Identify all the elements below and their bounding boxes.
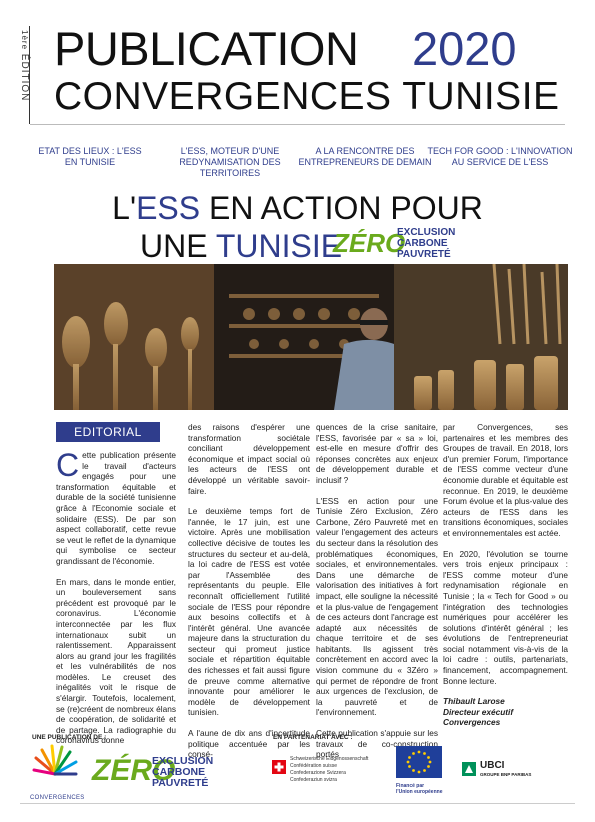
editorial-column-1: Cette publication présente le travail d'… [56, 447, 176, 756]
topics-bar: ETAT DES LIEUX : L'ESS EN TUNISIE L'ESS,… [20, 146, 575, 186]
edition-sup: 1ère [20, 30, 29, 51]
paragraph: Le deuxième temps fort de l'année, le 17… [188, 506, 310, 718]
dropcap: C [56, 447, 80, 483]
swiss-cross-icon [272, 760, 286, 774]
swiss-line-1: Schweizerische Eidgenossenschaft [290, 756, 369, 762]
headline-line-1: L'ESS EN ACTION POUR [0, 190, 595, 226]
eu-logo: Financé par l'Union européenne [396, 746, 446, 800]
paragraph: En mars, dans le monde entier, un boulev… [56, 576, 176, 746]
signature-title: Directeur exécutif [443, 706, 514, 717]
editorial-column-2: des raisons d'espérer une transformation… [188, 422, 310, 770]
topic-entrepreneurs: A LA RENCONTRE DES ENTREPRENEURS DE DEMA… [298, 146, 432, 167]
swiss-line-3: Confederazione Svizzera [290, 770, 346, 776]
editorial-column-4: par Convergences, ses partenaires et les… [443, 422, 568, 728]
bnp-star-icon [462, 762, 476, 776]
edition-label: 1ère ÉDITION [16, 30, 30, 122]
convergences-mark-icon [32, 744, 78, 776]
editorial-column-3: quences de la crise sanitaire, l'ESS, fa… [316, 422, 438, 770]
paragraph: quences de la crise sanitaire, l'ESS, fa… [316, 422, 438, 485]
topic-moteur: L'ESS, MOTEUR D'UNE REDYNAMISATION DES T… [179, 146, 281, 178]
zero-logo-footer: ZÉRO EXCLUSION CARBONE PAUVRETÉ [92, 752, 232, 792]
zero-logo-word: ZÉRO [333, 228, 406, 258]
zero-logo-exclusion: EXCLUSION [397, 227, 456, 238]
paragraph: des raisons d'espérer une transformation… [188, 422, 310, 496]
ubci-logo: UBCI GROUPE BNP PARIBAS [462, 760, 552, 784]
headline-line-2: UNE TUNISIE [140, 228, 342, 264]
convergences-logo: CONVERGENCES [30, 744, 85, 801]
paragraph: par Convergences, ses partenaires et les… [443, 422, 568, 538]
headline-tunisie: TUNISIE [215, 228, 343, 264]
ubci-subtitle: GROUPE BNP PARIBAS [480, 772, 532, 777]
craftsman-workshop-photo [54, 264, 568, 410]
zero-logo-pauvrete: PAUVRETÉ [397, 249, 451, 260]
paragraph: Cette publication présente le travail d'… [56, 447, 176, 567]
edition-word: ÉDITION [19, 53, 30, 102]
headline-line1-rest: EN ACTION POUR [200, 190, 483, 226]
headline-une: UNE [140, 228, 216, 264]
publication-year: 2020 [412, 22, 517, 75]
topic-etat-des-lieux: ETAT DES LIEUX : L'ESS EN TUNISIE [38, 146, 142, 167]
header-rule [30, 124, 565, 125]
paragraph: L'ESS en action pour une Tunisie Zéro Ex… [316, 495, 438, 718]
swiss-logo: Schweizerische Eidgenossenschaft Confédé… [272, 756, 392, 796]
swiss-line-2: Confédération suisse [290, 763, 337, 769]
photo-illustration [54, 264, 568, 410]
signature-name: Thibault Larose [443, 696, 505, 707]
signature-org: Convergences [443, 717, 501, 728]
publication-label: UNE PUBLICATION DE : [32, 734, 107, 741]
swiss-line-4: Confederaziun svizra [290, 777, 337, 783]
headline-l-prefix: L' [112, 190, 137, 226]
zero-logo-pauvrete: PAUVRETÉ [152, 777, 209, 789]
footer-rule [20, 803, 575, 804]
ubci-wordmark: UBCI [480, 760, 505, 771]
topic-tech-for-good: TECH FOR GOOD : L'INNOVATION AU SERVICE … [427, 146, 573, 167]
zero-logo-headline: ZÉRO EXCLUSION CARBONE PAUVRETÉ [333, 226, 463, 264]
headline-ess: ESS [136, 190, 201, 226]
zero-logo-carbone: CARBONE [397, 238, 448, 249]
convergences-wordmark: CONVERGENCES [30, 795, 85, 801]
partner-label: EN PARTENARIAT AVEC : [273, 734, 353, 741]
publication-title: PUBLICATION [54, 22, 359, 75]
eu-line-2: l'Union européenne [396, 789, 443, 795]
paragraph: En 2020, l'évolution se tourne vers troi… [443, 548, 568, 686]
eu-flag-icon [396, 746, 442, 778]
editorial-tab: EDITORIAL [56, 422, 160, 442]
publication-subtitle: CONVERGENCES TUNISIE [54, 75, 560, 118]
